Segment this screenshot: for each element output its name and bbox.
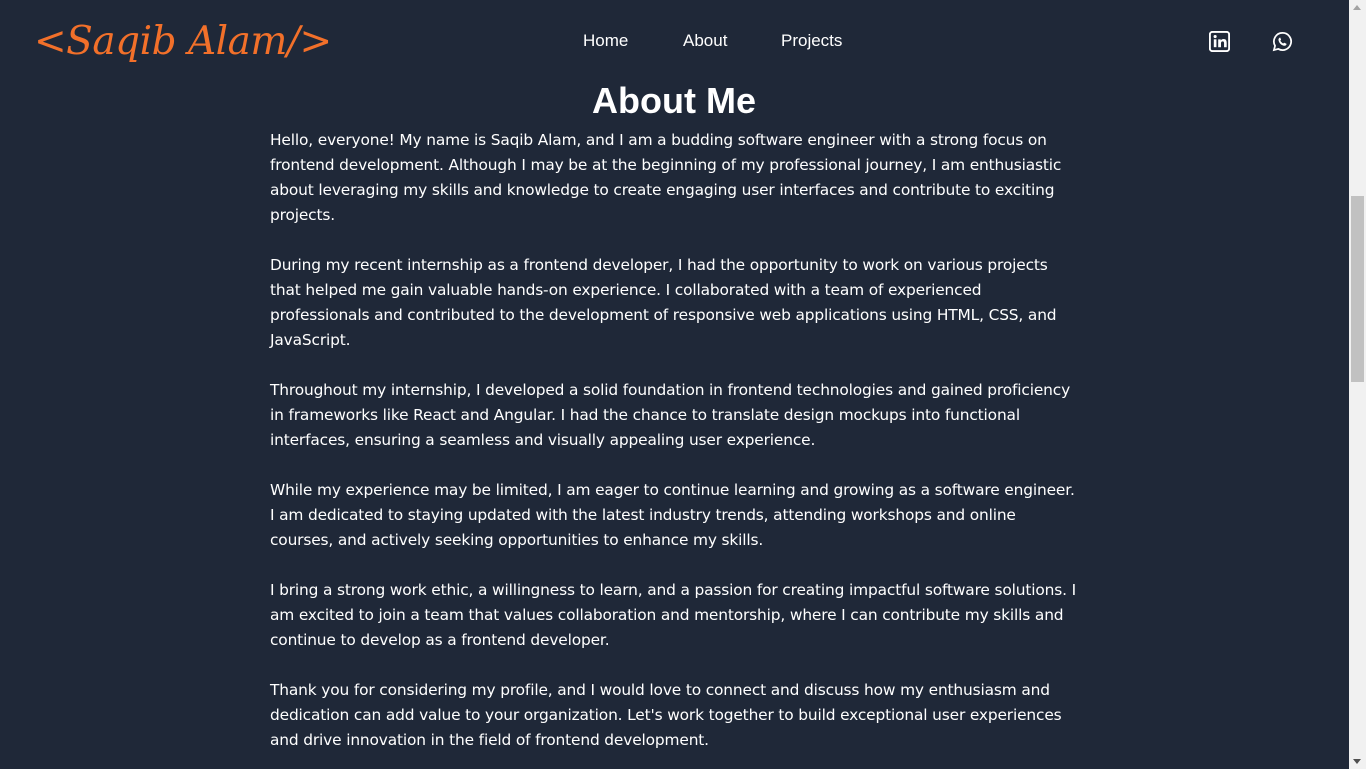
scroll-down-arrow-icon[interactable] (1353, 759, 1361, 764)
about-paragraph: While my experience may be limited, I am… (270, 481, 1075, 549)
about-paragraph: Hello, everyone! My name is Saqib Alam, … (270, 131, 1062, 224)
site-logo[interactable]: <Saqib Alam/> (34, 14, 332, 70)
page-title: About Me (592, 80, 756, 121)
scroll-up-arrow-icon[interactable] (1353, 5, 1361, 10)
linkedin-icon[interactable] (1209, 31, 1230, 52)
about-paragraph: Thank you for considering my profile, an… (270, 681, 1062, 749)
page: <Saqib Alam/> Home About Projects About … (0, 0, 1349, 769)
about-content: Hello, everyone! My name is Saqib Alam, … (270, 128, 1080, 769)
about-paragraph: Throughout my internship, I developed a … (270, 381, 1071, 449)
nav-link-projects[interactable]: Projects (781, 31, 842, 51)
vertical-scrollbar[interactable] (1349, 0, 1366, 769)
nav-link-about[interactable]: About (683, 31, 727, 51)
nav-link-home[interactable]: Home (583, 31, 628, 51)
whatsapp-icon[interactable] (1272, 31, 1293, 52)
scrollbar-thumb[interactable] (1351, 196, 1364, 382)
about-paragraph: During my recent internship as a fronten… (270, 256, 1057, 349)
about-paragraph: I bring a strong work ethic, a willingne… (270, 581, 1076, 649)
